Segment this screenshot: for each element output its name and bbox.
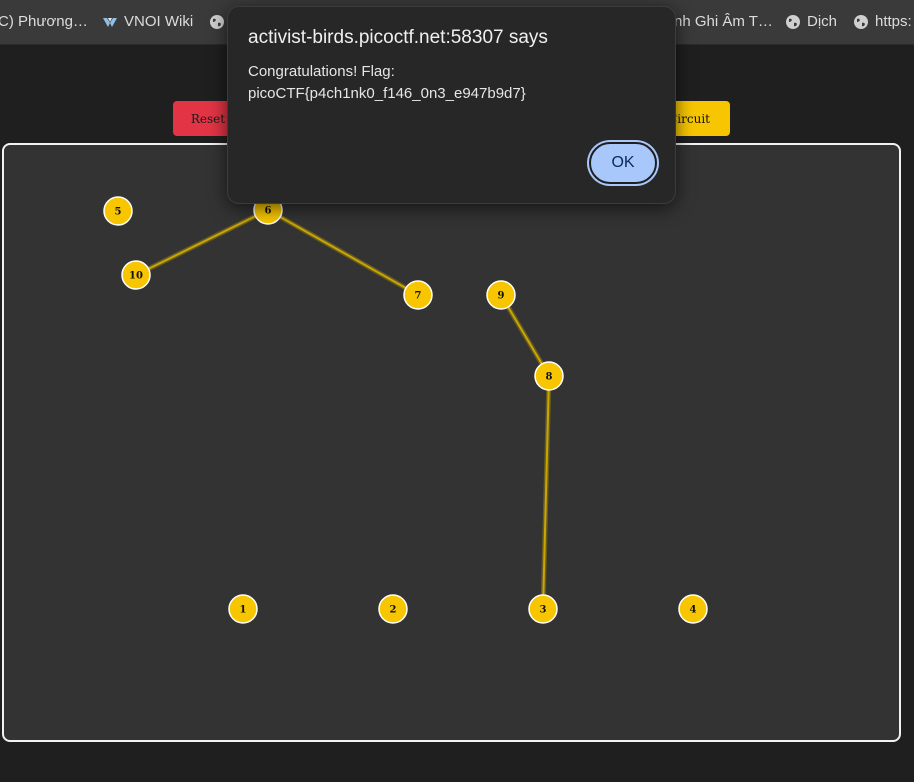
node-label: 7 <box>415 291 422 302</box>
globe-icon <box>853 14 869 30</box>
node-label: 2 <box>390 605 397 616</box>
wire-6-7 <box>267 209 419 296</box>
bookmark-label: Dịch <box>807 13 838 30</box>
node-10[interactable]: 10 <box>121 260 151 290</box>
browser-viewport: C) Phương… VNOI Wiki nh Ghi Âm T… Dịch h… <box>0 0 914 782</box>
node-3[interactable]: 3 <box>528 594 558 624</box>
circuit-board[interactable]: 1 2 3 4 5 6 7 8 9 10 <box>2 143 901 742</box>
bookmark-ghi-am[interactable]: nh Ghi Âm T… <box>674 12 773 32</box>
node-1[interactable]: 1 <box>228 594 258 624</box>
node-label: 6 <box>265 206 272 217</box>
alert-dialog: activist-birds.picoctf.net:58307 says Co… <box>227 6 676 204</box>
dialog-message: Congratulations! Flag: picoCTF{p4ch1nk0_… <box>248 61 648 105</box>
globe-icon <box>209 14 225 30</box>
bookmark-label: VNOI Wiki <box>124 13 194 30</box>
node-5[interactable]: 5 <box>103 196 133 226</box>
node-7[interactable]: 7 <box>403 280 433 310</box>
node-9[interactable]: 9 <box>486 280 516 310</box>
bookmark-label: C) Phương… <box>0 13 88 30</box>
ok-button[interactable]: OK <box>589 142 657 184</box>
bookmark-phuong[interactable]: C) Phương… <box>0 12 88 32</box>
node-label: 3 <box>540 605 547 616</box>
node-label: 10 <box>129 271 143 282</box>
node-8[interactable]: 8 <box>534 361 564 391</box>
wire-6-10 <box>135 209 269 276</box>
node-label: 1 <box>240 605 247 616</box>
vnoi-logo-icon <box>102 14 118 30</box>
node-label: 5 <box>115 207 122 218</box>
node-label: 9 <box>498 291 505 302</box>
node-4[interactable]: 4 <box>678 594 708 624</box>
bookmark-https[interactable]: https: <box>853 12 912 32</box>
bookmark-globe[interactable] <box>209 12 225 32</box>
bookmark-label: https: <box>875 13 912 30</box>
bookmark-label: nh Ghi Âm T… <box>674 13 773 30</box>
bookmark-dich[interactable]: Dịch <box>785 12 837 32</box>
globe-icon <box>785 14 801 30</box>
board-canvas[interactable]: 1 2 3 4 5 6 7 8 9 10 <box>4 145 899 740</box>
flag-text: picoCTF{p4ch1nk0_f146_0n3_e947b9d7} <box>248 85 526 102</box>
node-label: 4 <box>690 605 697 616</box>
node-label: 8 <box>546 372 553 383</box>
dialog-title: activist-birds.picoctf.net:58307 says <box>248 27 548 48</box>
dialog-message-line: Congratulations! Flag: <box>248 63 395 80</box>
bookmark-vnoi-wiki[interactable]: VNOI Wiki <box>102 12 193 32</box>
node-2[interactable]: 2 <box>378 594 408 624</box>
